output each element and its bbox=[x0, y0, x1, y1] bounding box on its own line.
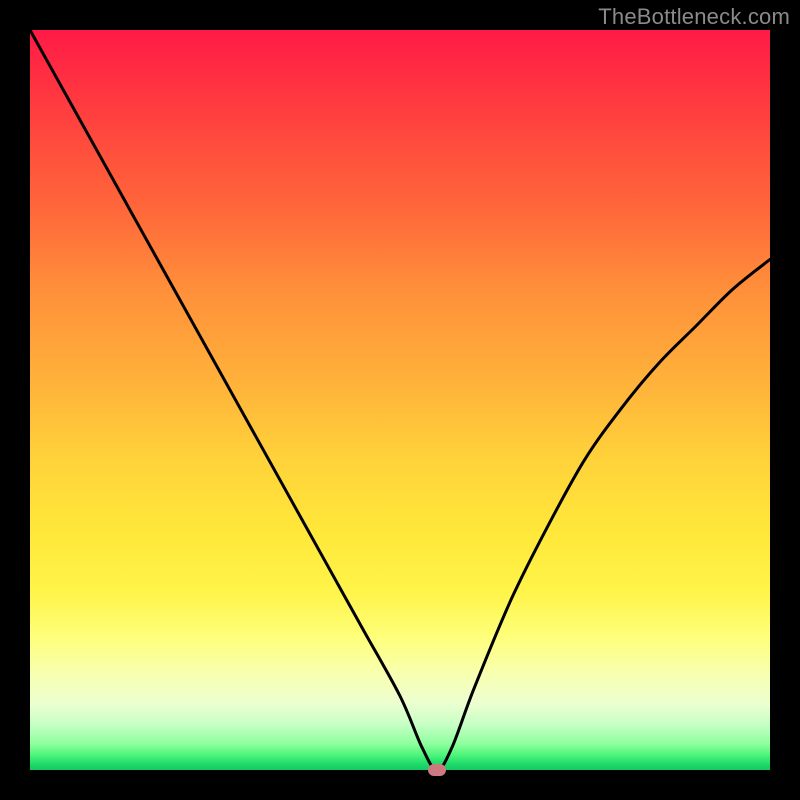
watermark-text: TheBottleneck.com bbox=[598, 4, 790, 30]
bottleneck-curve bbox=[30, 30, 770, 770]
plot-area bbox=[30, 30, 770, 770]
chart-frame: TheBottleneck.com bbox=[0, 0, 800, 800]
optimum-marker bbox=[428, 764, 446, 776]
